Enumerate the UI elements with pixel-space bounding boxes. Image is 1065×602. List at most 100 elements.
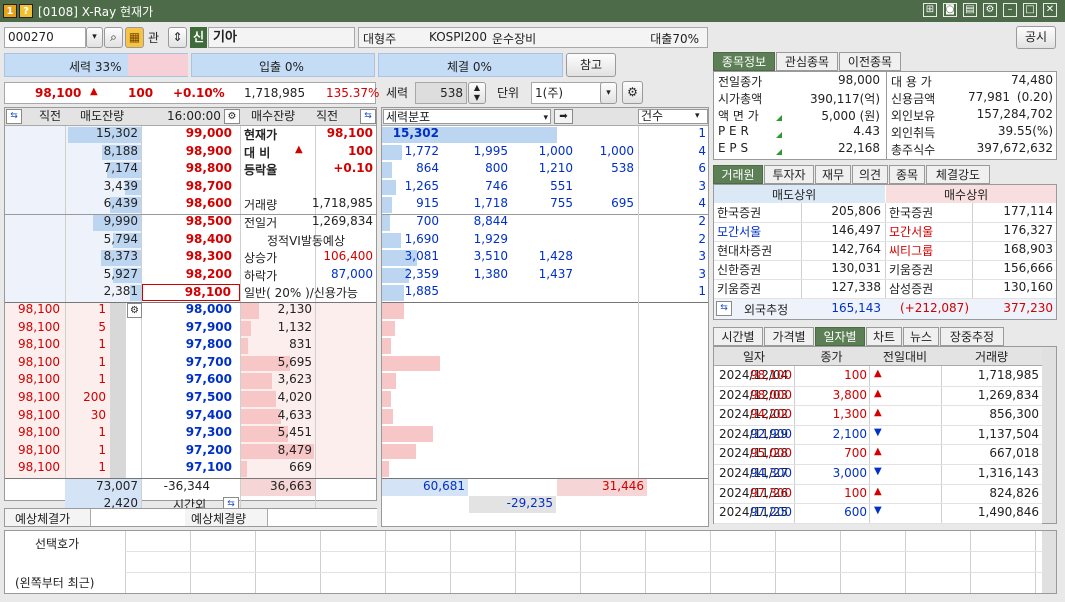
tab-stock_info-1[interactable]: 관심종목 bbox=[776, 52, 838, 71]
bid-price[interactable]: 98,000 bbox=[142, 302, 240, 319]
tab-daily-5[interactable]: 장중추정 bbox=[940, 327, 1004, 346]
daily-change: 3,000 bbox=[832, 466, 867, 480]
info-right-label: 외인취득 bbox=[891, 126, 936, 140]
gear-icon[interactable]: ⚙ bbox=[983, 3, 997, 17]
ask-price[interactable]: 98,200 bbox=[142, 267, 240, 284]
stock-sector: 운수장비 bbox=[492, 32, 537, 46]
bid-price[interactable]: 97,200 bbox=[142, 443, 240, 460]
power-spinner-icon[interactable]: ▲ ▼ bbox=[468, 82, 486, 104]
tab-broker-4[interactable]: 종목 bbox=[889, 165, 925, 184]
unit-select[interactable]: 1(주) bbox=[531, 82, 603, 104]
daily-volume: 1,490,846 bbox=[977, 505, 1039, 520]
bid-price[interactable]: 97,300 bbox=[142, 425, 240, 442]
tick-price: 98,100 bbox=[18, 337, 60, 352]
bid-price[interactable]: 97,500 bbox=[142, 390, 240, 407]
help-badge[interactable]: ? bbox=[19, 4, 33, 18]
distribution-value: 3,081 bbox=[404, 249, 439, 264]
daily-close: 95,000 bbox=[750, 446, 792, 461]
daily-volume: 856,300 bbox=[989, 407, 1039, 422]
power-gauge: 세력 33% bbox=[4, 53, 188, 77]
orderbook-gear-icon[interactable]: ⚙ bbox=[224, 109, 240, 124]
stock-code-input[interactable]: 000270 bbox=[4, 27, 86, 48]
tab-stock_info-0[interactable]: 종목정보 bbox=[713, 52, 775, 71]
distribution-value: 2,359 bbox=[404, 266, 439, 281]
tab-broker-3[interactable]: 의견 bbox=[852, 165, 888, 184]
broker-sell-title: 매도상위 bbox=[772, 188, 817, 202]
ask-price[interactable]: 98,900 bbox=[142, 144, 240, 161]
inflow-gauge: 입출 0% bbox=[191, 53, 375, 77]
total-diff: -36,344 bbox=[163, 479, 210, 493]
bid-price[interactable]: 97,100 bbox=[142, 460, 240, 477]
tick-scrollbar[interactable] bbox=[110, 302, 126, 478]
ask-price[interactable]: 98,700 bbox=[142, 179, 240, 196]
ask-price[interactable]: 98,100 bbox=[142, 284, 240, 302]
tab-broker-5[interactable]: 체결강도 bbox=[926, 165, 990, 184]
dist-dropdown-icon[interactable]: ▾ bbox=[543, 110, 548, 127]
tab-daily-4[interactable]: 뉴스 bbox=[903, 327, 939, 346]
interest-label[interactable]: 관 bbox=[148, 29, 164, 47]
daily-down-icon: ▼ bbox=[874, 505, 882, 517]
dist-next-icon[interactable]: ➡ bbox=[554, 109, 573, 124]
ask-price[interactable]: 98,800 bbox=[142, 161, 240, 178]
power-value[interactable]: 538 bbox=[415, 82, 467, 104]
swap-right-icon[interactable]: ⇆ bbox=[360, 109, 376, 124]
distribution-value: 746 bbox=[485, 178, 508, 193]
minimize-icon[interactable]: – bbox=[1003, 3, 1017, 17]
stock-index: KOSPI200 bbox=[429, 30, 487, 44]
stock-info-bar: 대형주 KOSPI200 운수장비 대출70% bbox=[358, 27, 708, 48]
tab-broker-2[interactable]: 재무 bbox=[815, 165, 851, 184]
info-value: 87,000 bbox=[331, 266, 373, 281]
power-label: 세력 bbox=[386, 86, 409, 100]
bid-price[interactable]: 97,600 bbox=[142, 372, 240, 389]
tab-daily-2[interactable]: 일자별 bbox=[815, 327, 865, 346]
distribution-count: 1 bbox=[698, 126, 706, 140]
distribution-value: 695 bbox=[611, 196, 634, 211]
ask-price[interactable]: 98,300 bbox=[142, 249, 240, 266]
tick-price: 98,100 bbox=[18, 302, 60, 316]
total-bid-qty: 36,663 bbox=[270, 479, 312, 493]
distribution-select[interactable]: 세력분포 ▾ bbox=[383, 109, 551, 124]
tick-qty: 1 bbox=[98, 460, 106, 475]
title-bar: 1 ? [0108] X-Ray 현재가 ⊞ ◙ ▤ ⚙ – □ ✕ bbox=[0, 0, 1065, 22]
tab-daily-0[interactable]: 시간별 bbox=[713, 327, 763, 346]
close-icon[interactable]: ✕ bbox=[1043, 3, 1057, 17]
tick-gear-icon[interactable]: ⚙ bbox=[127, 303, 142, 318]
daily-scrollbar[interactable] bbox=[1042, 347, 1056, 523]
distribution-count: 2 bbox=[698, 231, 706, 246]
notice-button[interactable]: 공시 bbox=[1016, 26, 1056, 49]
daily-volume: 667,018 bbox=[989, 446, 1039, 461]
tab-daily-1[interactable]: 가격별 bbox=[764, 327, 814, 346]
distribution-value: 8,844 bbox=[473, 214, 508, 228]
swap-left-icon[interactable]: ⇆ bbox=[6, 109, 22, 124]
search-icon[interactable]: ⌕ bbox=[104, 27, 123, 48]
broker-buy-qty: 156,666 bbox=[1003, 261, 1053, 275]
bid-price[interactable]: 97,400 bbox=[142, 408, 240, 425]
ask-price[interactable]: 98,400 bbox=[142, 232, 240, 249]
settings-gear-icon[interactable]: ⚙ bbox=[622, 81, 643, 104]
up-down-icon[interactable]: ⇕ bbox=[168, 27, 187, 48]
bid-price[interactable]: 97,900 bbox=[142, 320, 240, 337]
power-text: 세력 33% bbox=[69, 60, 122, 74]
unit-dropdown-icon[interactable]: ▾ bbox=[600, 82, 617, 104]
pin-icon[interactable]: ⊞ bbox=[923, 3, 937, 17]
ask-price[interactable]: 98,600 bbox=[142, 196, 240, 213]
ask-price[interactable]: 99,000 bbox=[142, 126, 240, 143]
bid-price[interactable]: 97,800 bbox=[142, 337, 240, 354]
maximize-icon[interactable]: □ bbox=[1023, 3, 1037, 17]
info-left-label: 전일종가 bbox=[718, 75, 763, 89]
code-dropdown-icon[interactable]: ▾ bbox=[86, 27, 103, 48]
reference-button[interactable]: 참고 bbox=[566, 53, 616, 77]
count-dropdown-icon[interactable]: ▾ bbox=[695, 108, 700, 125]
tab-broker-0[interactable]: 거래원 bbox=[713, 165, 763, 184]
distribution-value: 700 bbox=[416, 214, 439, 228]
ask-price[interactable]: 98,500 bbox=[142, 214, 240, 231]
tab-stock_info-2[interactable]: 이전종목 bbox=[839, 52, 901, 71]
print-icon[interactable]: ▤ bbox=[963, 3, 977, 17]
bid-price[interactable]: 97,700 bbox=[142, 355, 240, 372]
calendar-icon[interactable]: ▦ bbox=[125, 27, 144, 48]
broker-swap-icon[interactable]: ⇆ bbox=[716, 301, 732, 316]
camera-icon[interactable]: ◙ bbox=[943, 3, 957, 17]
tab-broker-1[interactable]: 투자자 bbox=[764, 165, 814, 184]
bottom-scrollbar[interactable] bbox=[1042, 531, 1056, 593]
tab-daily-3[interactable]: 차트 bbox=[866, 327, 902, 346]
